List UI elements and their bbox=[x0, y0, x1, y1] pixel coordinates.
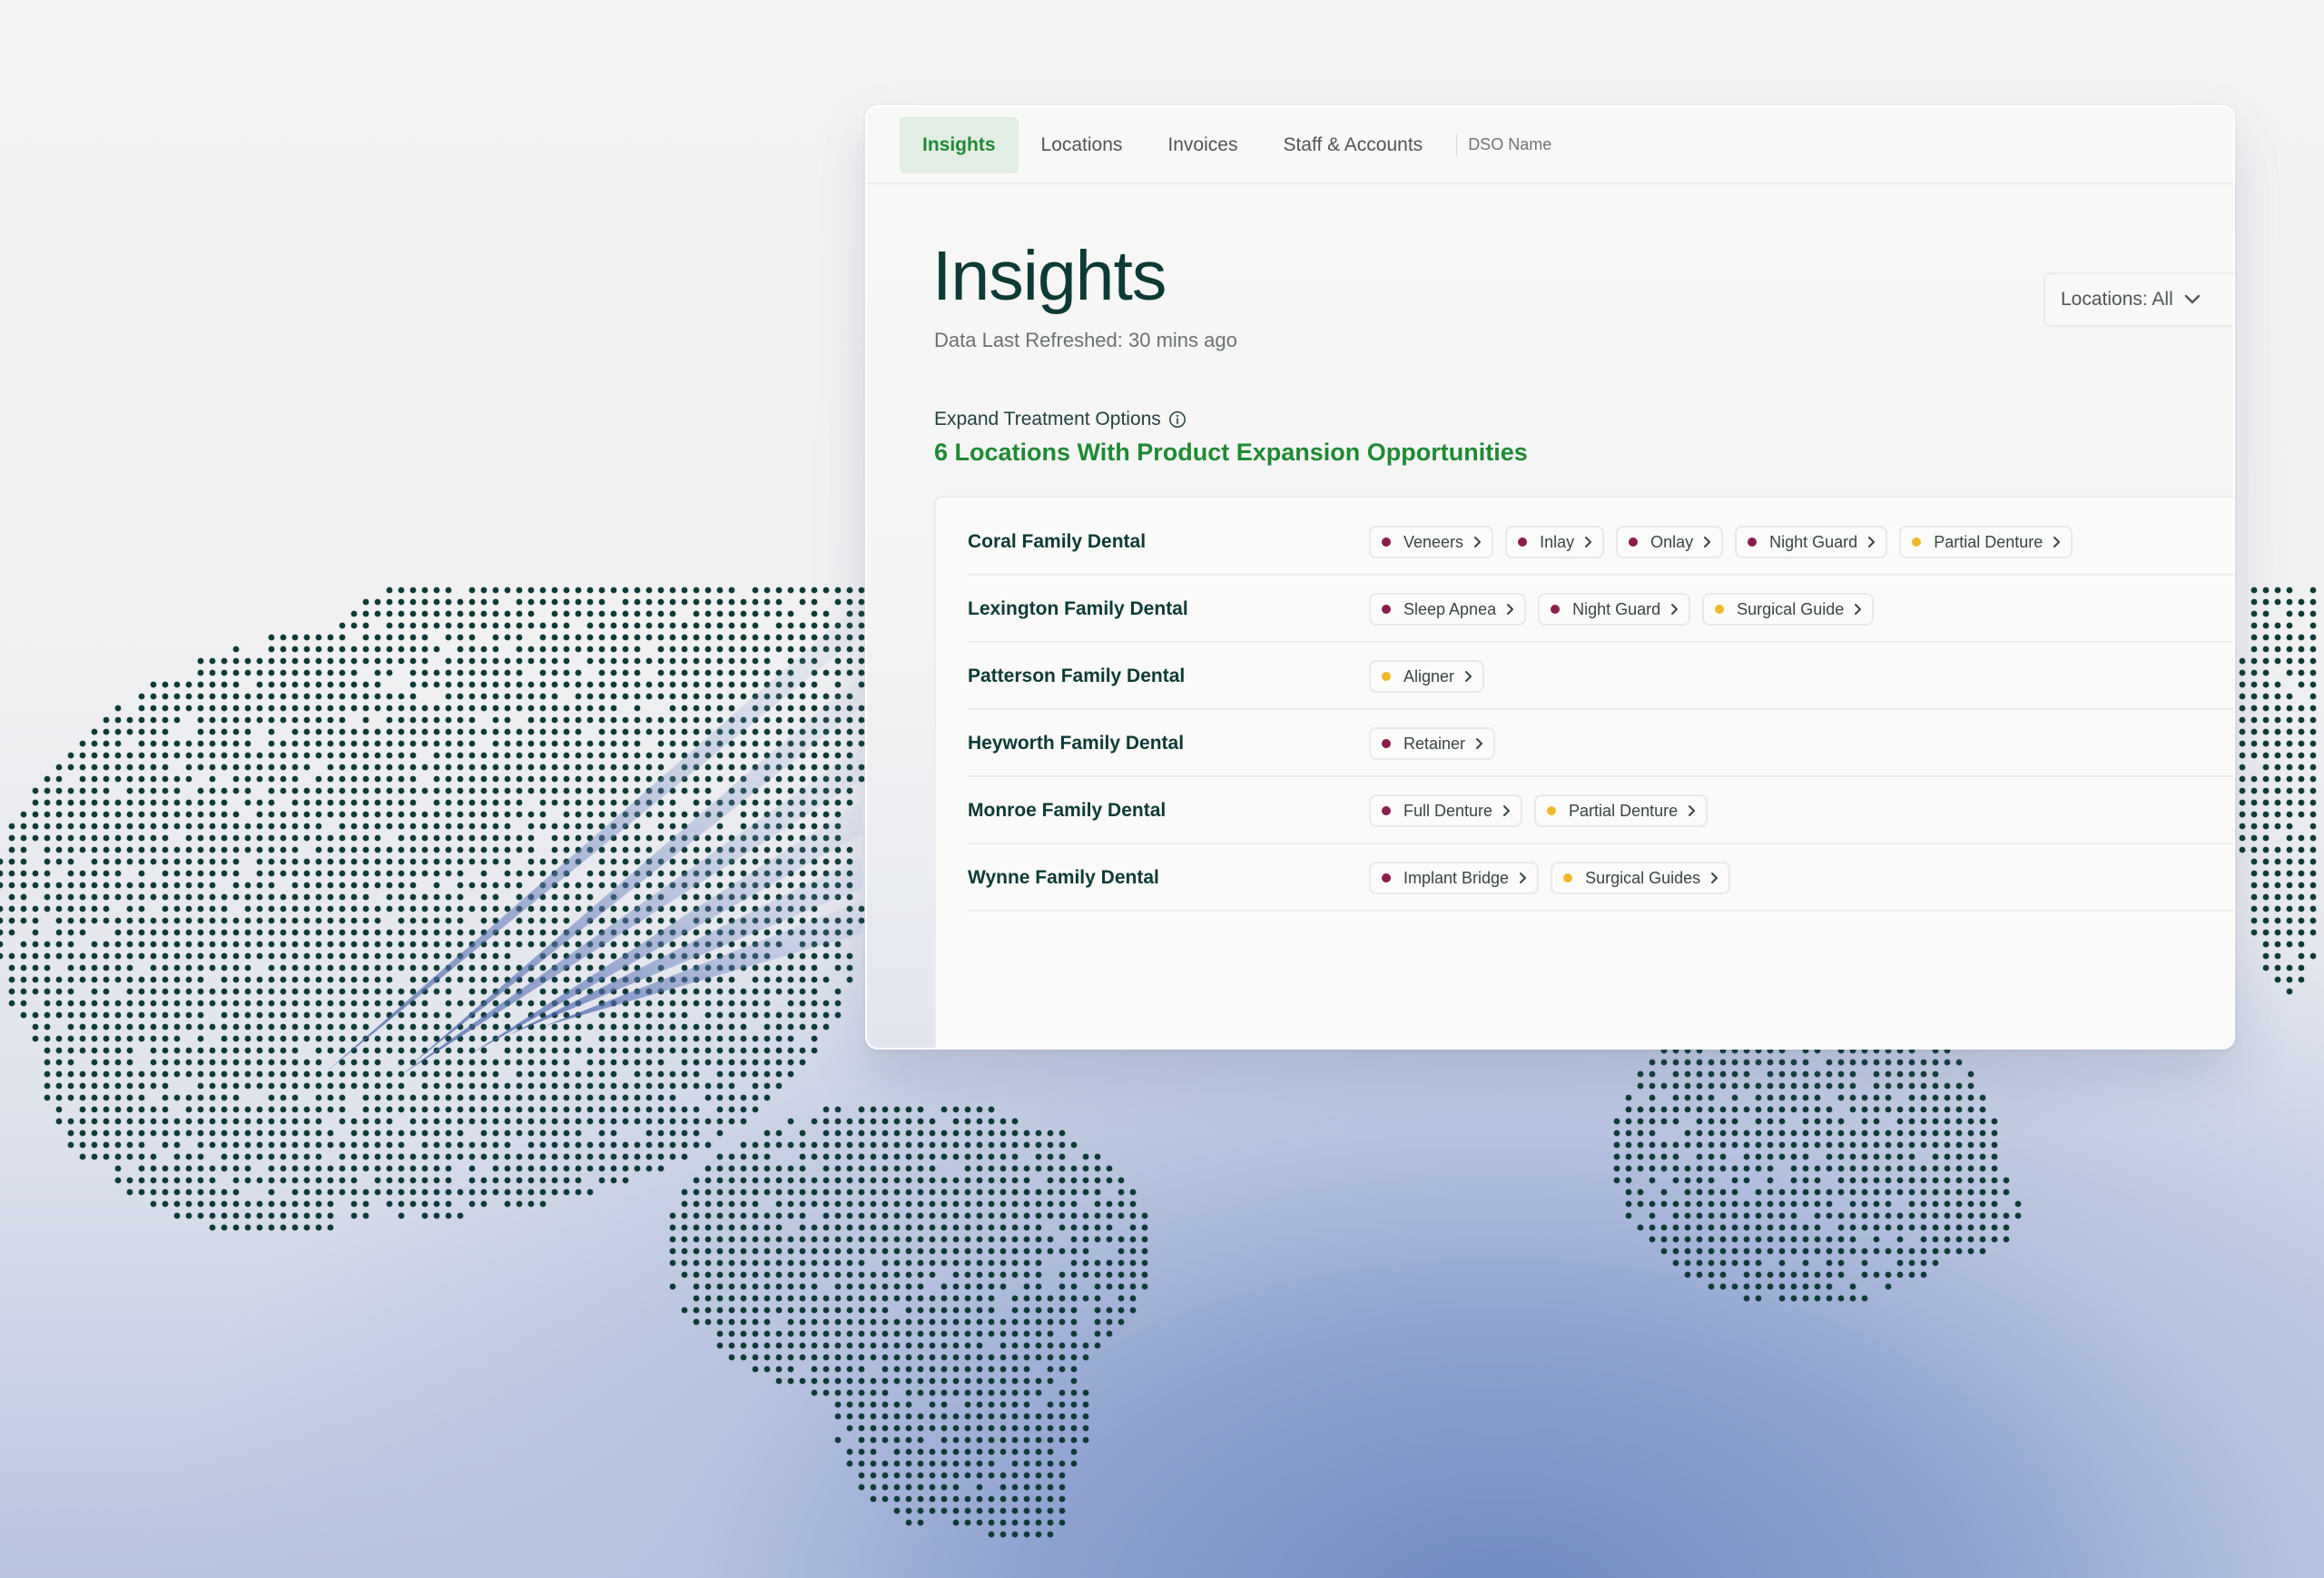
locations-filter-label: Locations: All bbox=[2061, 289, 2173, 310]
chevron-right-icon bbox=[1704, 537, 1711, 547]
info-icon[interactable] bbox=[1168, 410, 1187, 429]
section-label-text: Expand Treatment Options bbox=[934, 409, 1161, 429]
location-name[interactable]: Patterson Family Dental bbox=[968, 643, 1185, 710]
chevron-right-icon bbox=[1585, 537, 1592, 547]
location-row: Wynne Family Dental Implant Bridge Surgica… bbox=[968, 844, 2233, 912]
location-row: Monroe Family Dental Full Denture Partial … bbox=[968, 777, 2233, 844]
status-dot-icon bbox=[1912, 538, 1922, 547]
chevron-right-icon bbox=[1689, 805, 1696, 816]
app-window: Insights Locations Invoices Staff & Acco… bbox=[865, 105, 2235, 1050]
status-dot-icon bbox=[1382, 873, 1391, 883]
product-chip-label: Surgical Guide bbox=[1737, 599, 1845, 618]
product-chip[interactable]: Partial Denture bbox=[1534, 794, 1709, 827]
product-chip-list: Implant Bridge Surgical Guides bbox=[1369, 862, 1731, 894]
location-name[interactable]: Coral Family Dental bbox=[968, 508, 1146, 576]
chevron-right-icon bbox=[1474, 537, 1482, 547]
product-chip-label: Onlay bbox=[1650, 532, 1694, 551]
chevron-right-icon bbox=[1868, 537, 1876, 547]
product-chip-label: Retainer bbox=[1403, 734, 1466, 753]
product-chip-label: Inlay bbox=[1540, 532, 1575, 551]
status-dot-icon bbox=[1382, 605, 1391, 614]
chevron-right-icon bbox=[1465, 671, 1472, 682]
product-chip-list: Sleep Apnea Night Guard Surgical Guide bbox=[1369, 593, 1875, 626]
chevron-right-icon bbox=[1520, 873, 1527, 883]
section-label: Expand Treatment Options bbox=[934, 409, 1187, 430]
status-dot-icon bbox=[1551, 605, 1561, 614]
product-chip[interactable]: Aligner bbox=[1369, 660, 1485, 693]
status-dot-icon bbox=[1382, 672, 1391, 681]
chevron-right-icon bbox=[1855, 604, 1862, 615]
status-dot-icon bbox=[1748, 538, 1758, 547]
product-chip[interactable]: Sleep Apnea bbox=[1369, 593, 1527, 626]
chevron-down-icon bbox=[2184, 294, 2200, 304]
product-chip-list: Veneers Inlay Onlay Night Guard Partial Dent… bbox=[1369, 526, 2073, 558]
status-dot-icon bbox=[1382, 538, 1391, 547]
status-dot-icon bbox=[1547, 806, 1557, 815]
product-chip[interactable]: Surgical Guide bbox=[1702, 593, 1875, 626]
chevron-right-icon bbox=[1711, 873, 1718, 883]
locations-filter-dropdown[interactable]: Locations: All bbox=[2043, 272, 2233, 327]
nav-divider bbox=[1456, 133, 1458, 156]
location-row: Patterson Family Dental Aligner bbox=[968, 643, 2233, 710]
product-chip[interactable]: Full Denture bbox=[1369, 794, 1523, 827]
locations-card: Coral Family Dental Veneers Inlay Onlay Nigh… bbox=[934, 496, 2233, 1048]
product-chip[interactable]: Veneers bbox=[1369, 526, 1494, 558]
product-chip-label: Night Guard bbox=[1769, 532, 1858, 551]
dso-name: DSO Name bbox=[1468, 135, 1552, 153]
chevron-right-icon bbox=[1503, 805, 1511, 816]
tab-insights[interactable]: Insights bbox=[900, 116, 1019, 173]
chevron-right-icon bbox=[1476, 738, 1483, 749]
product-chip-label: Full Denture bbox=[1403, 801, 1493, 820]
product-chip-label: Night Guard bbox=[1572, 599, 1661, 618]
tab-locations[interactable]: Locations bbox=[1019, 117, 1146, 173]
product-chip-label: Sleep Apnea bbox=[1403, 599, 1497, 618]
product-chip-list: Aligner bbox=[1369, 660, 1485, 693]
product-chip[interactable]: Retainer bbox=[1369, 727, 1496, 760]
chevron-right-icon bbox=[1507, 604, 1514, 615]
section-heading: 6 Locations With Product Expansion Oppor… bbox=[934, 439, 1528, 466]
location-row: Coral Family Dental Veneers Inlay Onlay Nigh… bbox=[968, 508, 2233, 576]
location-name[interactable]: Monroe Family Dental bbox=[968, 777, 1166, 844]
location-name[interactable]: Wynne Family Dental bbox=[968, 844, 1159, 912]
product-chip-label: Partial Denture bbox=[1934, 532, 2043, 551]
product-chip-label: Surgical Guides bbox=[1585, 868, 1701, 887]
product-chip-list: Full Denture Partial Denture bbox=[1369, 794, 1709, 827]
product-chip-label: Partial Denture bbox=[1569, 801, 1679, 820]
product-chip-list: Retainer bbox=[1369, 727, 1496, 760]
product-chip[interactable]: Onlay bbox=[1616, 526, 1724, 558]
status-dot-icon bbox=[1518, 538, 1528, 547]
status-dot-icon bbox=[1382, 739, 1391, 748]
product-chip[interactable]: Surgical Guides bbox=[1551, 862, 1731, 894]
status-dot-icon bbox=[1563, 873, 1573, 883]
product-chip[interactable]: Night Guard bbox=[1538, 593, 1691, 626]
product-chip[interactable]: Partial Denture bbox=[1899, 526, 2073, 558]
chevron-right-icon bbox=[1671, 604, 1679, 615]
product-chip[interactable]: Inlay bbox=[1505, 526, 1605, 558]
status-dot-icon bbox=[1715, 605, 1725, 614]
location-name[interactable]: Lexington Family Dental bbox=[968, 576, 1188, 643]
tab-invoices[interactable]: Invoices bbox=[1145, 117, 1260, 173]
location-name[interactable]: Heyworth Family Dental bbox=[968, 710, 1184, 777]
location-row: Lexington Family Dental Sleep Apnea Night … bbox=[968, 576, 2233, 643]
data-refreshed-text: Data Last Refreshed: 30 mins ago bbox=[934, 329, 1237, 351]
product-chip[interactable]: Implant Bridge bbox=[1369, 862, 1540, 894]
product-chip-label: Aligner bbox=[1403, 666, 1455, 685]
product-chip-label: Implant Bridge bbox=[1403, 868, 1510, 887]
chevron-right-icon bbox=[2053, 537, 2061, 547]
page-title: Insights bbox=[932, 237, 1167, 315]
top-navigation: Insights Locations Invoices Staff & Acco… bbox=[867, 107, 2233, 184]
tab-staff-accounts[interactable]: Staff & Accounts bbox=[1260, 117, 1445, 173]
status-dot-icon bbox=[1629, 538, 1639, 547]
status-dot-icon bbox=[1382, 806, 1391, 815]
product-chip[interactable]: Night Guard bbox=[1735, 526, 1888, 558]
product-chip-label: Veneers bbox=[1403, 532, 1464, 551]
location-row: Heyworth Family Dental Retainer bbox=[968, 710, 2233, 777]
